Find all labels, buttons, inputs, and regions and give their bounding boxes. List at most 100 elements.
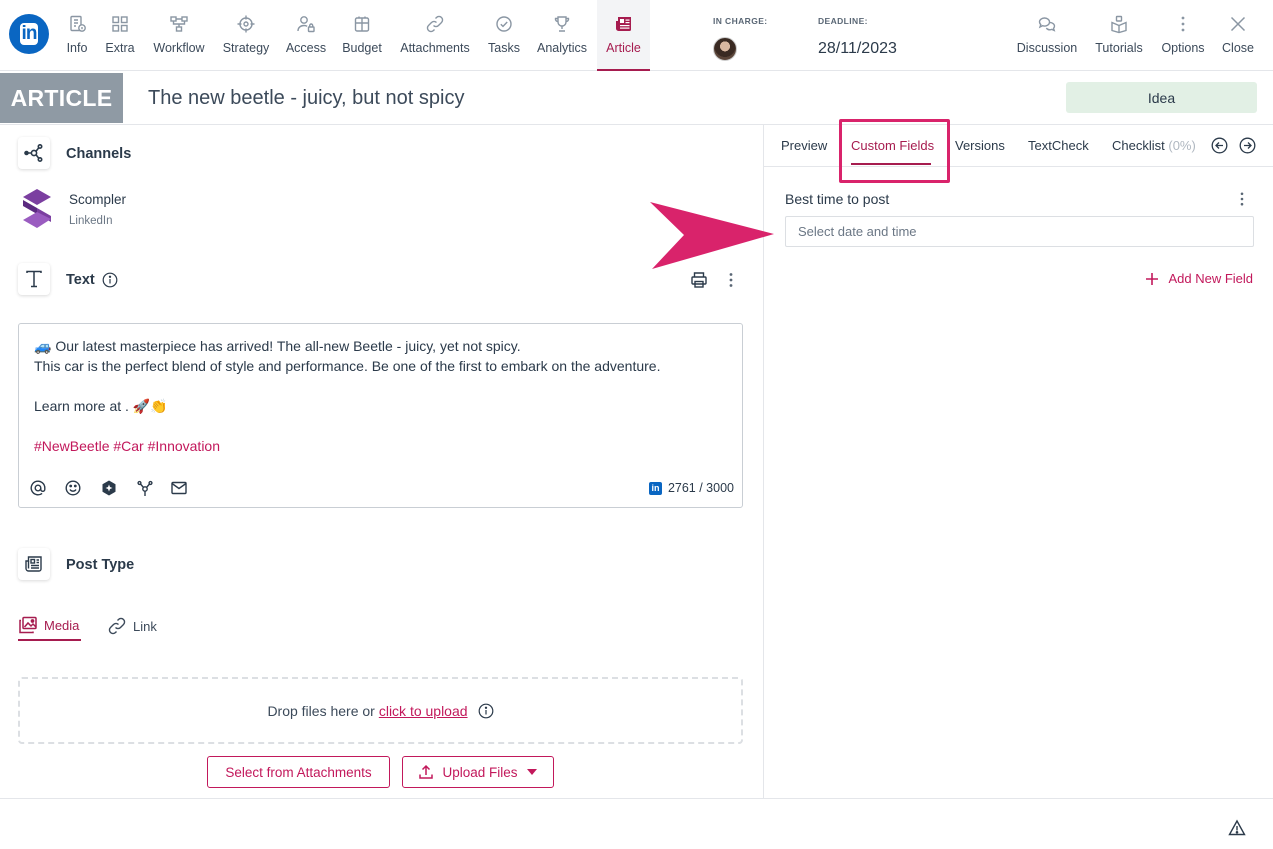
- discussion-button[interactable]: Discussion: [1012, 0, 1082, 71]
- title-bar: ARTICLE The new beetle - juicy, but not …: [0, 71, 1273, 125]
- tab-versions[interactable]: Versions: [955, 138, 1005, 153]
- hashtag-suggest-icon[interactable]: [136, 479, 154, 497]
- nav-info[interactable]: Info: [60, 0, 94, 71]
- text-line: Learn more at . 🚀👏: [34, 398, 168, 414]
- options-button[interactable]: Options: [1156, 0, 1210, 71]
- linkedin-icon: in: [9, 14, 49, 54]
- checklist-progress: (0%): [1168, 138, 1196, 153]
- scompler-logo: [22, 188, 52, 230]
- logo-text: in: [19, 23, 39, 45]
- kebab-icon: [1181, 16, 1185, 32]
- info-icon[interactable]: [478, 703, 494, 719]
- upload-files-button[interactable]: Upload Files: [402, 756, 554, 788]
- grid-icon: [112, 16, 128, 32]
- select-from-attachments-button[interactable]: Select from Attachments: [207, 756, 390, 788]
- nav-tasks[interactable]: Tasks: [484, 0, 524, 71]
- page-title[interactable]: The new beetle - juicy, but not spicy: [148, 87, 464, 110]
- tab-link-label: Link: [133, 618, 157, 634]
- nav-analytics[interactable]: Analytics: [532, 0, 592, 71]
- nav-extra[interactable]: Extra: [101, 0, 139, 71]
- file-dropzone[interactable]: Drop files here or click to upload: [18, 677, 743, 744]
- user-lock-icon: [297, 16, 315, 33]
- tutorials-button[interactable]: Tutorials: [1090, 0, 1148, 71]
- deadline-value[interactable]: 28/11/2023: [818, 40, 897, 58]
- target-icon: [237, 15, 255, 33]
- channel-name[interactable]: Scompler: [69, 192, 126, 207]
- nav-article-label: Article: [606, 41, 641, 55]
- status-button[interactable]: Idea: [1066, 82, 1257, 113]
- nav-attachments[interactable]: Attachments: [394, 0, 476, 71]
- nav-attachments-label: Attachments: [400, 41, 470, 55]
- trophy-icon: [554, 16, 570, 32]
- char-count-value: 2761 / 3000: [667, 481, 734, 495]
- upload-link[interactable]: click to upload: [379, 703, 468, 719]
- media-icon: [19, 616, 37, 634]
- tab-checklist[interactable]: Checklist (0%): [1112, 138, 1196, 153]
- tab-textcheck[interactable]: TextCheck: [1028, 138, 1089, 153]
- chevron-down-icon: [526, 769, 537, 775]
- bottom-bar: [0, 798, 1273, 849]
- character-counter: in 2761 / 3000: [648, 481, 734, 495]
- close-button[interactable]: Close: [1218, 0, 1258, 71]
- tutorial-icon: [1111, 15, 1127, 34]
- annotation-arrow-icon: [650, 202, 774, 269]
- nav-analytics-label: Analytics: [536, 41, 588, 55]
- text-options-kebab-icon[interactable]: [723, 271, 739, 289]
- avatar[interactable]: [713, 37, 737, 61]
- arrow-right-icon[interactable]: [1239, 137, 1256, 154]
- text-line: 🚙 Our latest masterpiece has arrived! Th…: [34, 338, 521, 354]
- nav-article[interactable]: Article: [597, 0, 650, 71]
- info-icon[interactable]: [102, 272, 118, 288]
- nav-info-label: Info: [66, 41, 88, 55]
- nav-tasks-label: Tasks: [488, 41, 520, 55]
- nav-extra-label: Extra: [105, 41, 135, 55]
- deadline-label: DEADLINE:: [818, 16, 868, 26]
- channel-network: LinkedIn: [69, 215, 113, 227]
- side-tabs: Preview Custom Fields Versions TextCheck…: [764, 119, 1273, 183]
- text-editor[interactable]: 🚙 Our latest masterpiece has arrived! Th…: [18, 323, 743, 508]
- info-document-icon: [70, 15, 86, 32]
- nav-access[interactable]: Access: [282, 0, 330, 71]
- best-time-input[interactable]: [785, 216, 1254, 247]
- upload-icon: [419, 764, 434, 779]
- discussion-label: Discussion: [1016, 41, 1078, 55]
- upload-files-label: Upload Files: [442, 764, 518, 780]
- emoji-icon[interactable]: [64, 479, 82, 497]
- content-type-badge: ARTICLE: [0, 73, 123, 123]
- newspaper-icon: [615, 17, 631, 31]
- print-icon[interactable]: [690, 271, 708, 289]
- tab-media-label: Media: [44, 617, 80, 633]
- nav-access-label: Access: [285, 41, 327, 55]
- field-options-kebab-icon[interactable]: [1234, 191, 1250, 207]
- budget-icon: [354, 16, 370, 32]
- top-toolbar: in Info Extra Workflow Strategy Access B…: [0, 0, 1273, 71]
- link-icon: [108, 617, 126, 635]
- mention-icon[interactable]: [29, 479, 47, 497]
- mail-icon[interactable]: [170, 479, 188, 497]
- check-circle-icon: [496, 16, 512, 32]
- tab-preview[interactable]: Preview: [781, 138, 827, 153]
- nav-strategy[interactable]: Strategy: [219, 0, 273, 71]
- channels-icon: [18, 137, 50, 169]
- side-panel: Preview Custom Fields Versions TextCheck…: [763, 119, 1273, 798]
- ai-assistant-icon[interactable]: [100, 479, 118, 497]
- close-icon: [1230, 16, 1246, 32]
- linkedin-mini-icon: in: [648, 481, 662, 495]
- nav-budget[interactable]: Budget: [338, 0, 386, 71]
- editor-panel: Channels Scompler LinkedIn Text 🚙 Our la…: [0, 125, 763, 798]
- tab-media[interactable]: Media: [18, 611, 81, 641]
- text-icon: [18, 263, 50, 295]
- dropzone-text: Drop files here or: [267, 702, 375, 719]
- channels-title: Channels: [66, 146, 132, 162]
- add-new-field-button[interactable]: Add New Field: [1145, 271, 1253, 286]
- in-charge-label: IN CHARGE:: [713, 16, 768, 26]
- text-section-title: Text: [66, 272, 95, 288]
- tutorials-label: Tutorials: [1095, 41, 1143, 55]
- post-type-icon: [18, 548, 50, 580]
- nav-workflow[interactable]: Workflow: [147, 0, 211, 71]
- tab-link[interactable]: Link: [107, 611, 159, 641]
- arrow-left-icon[interactable]: [1211, 137, 1228, 154]
- warning-icon[interactable]: [1228, 819, 1246, 837]
- options-label: Options: [1161, 41, 1205, 55]
- nav-workflow-label: Workflow: [153, 41, 205, 55]
